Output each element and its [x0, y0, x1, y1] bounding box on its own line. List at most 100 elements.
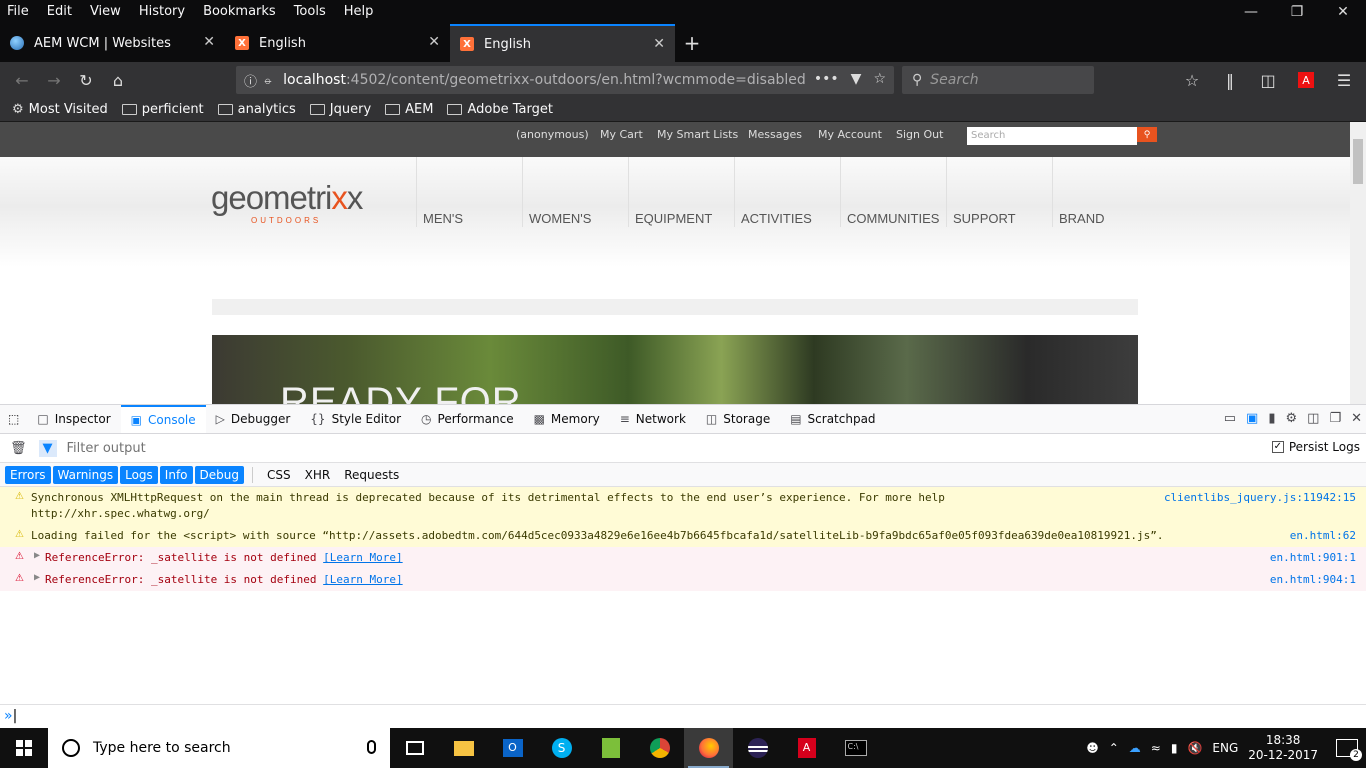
- message-location-link[interactable]: en.html:901:1: [1270, 551, 1356, 564]
- site-search-icon[interactable]: ⚲: [1137, 127, 1157, 142]
- nav-activities[interactable]: ACTIVITIES: [734, 157, 840, 227]
- taskbar-search-box[interactable]: Type here to search: [48, 728, 390, 768]
- file-explorer-icon[interactable]: [439, 728, 488, 768]
- chrome-icon[interactable]: [635, 728, 684, 768]
- nav-support[interactable]: SUPPORT: [946, 157, 1052, 227]
- tab-network[interactable]: ≡ Network: [610, 405, 696, 433]
- filter-requests-button[interactable]: Requests: [338, 466, 405, 484]
- forward-icon[interactable]: →: [38, 66, 70, 94]
- bookmark-folder-aem[interactable]: AEM: [385, 102, 433, 117]
- reload-icon[interactable]: ↻: [70, 66, 102, 94]
- bookmark-folder-adobe-target[interactable]: Adobe Target: [447, 102, 553, 117]
- site-search-input[interactable]: Search: [967, 127, 1137, 145]
- info-icon[interactable]: ⓘ: [244, 71, 257, 90]
- menu-bookmarks[interactable]: Bookmarks: [194, 0, 285, 24]
- nav-womens[interactable]: WOMEN'S: [522, 157, 628, 227]
- close-tab-icon[interactable]: ✕: [203, 34, 215, 50]
- sign-out-link[interactable]: Sign Out: [896, 128, 943, 141]
- hamburger-menu-icon[interactable]: ☰: [1328, 66, 1360, 94]
- firefox-icon[interactable]: [684, 728, 733, 768]
- new-tab-button[interactable]: +: [675, 24, 709, 62]
- filter-info-button[interactable]: Info: [159, 465, 193, 484]
- filter-css-button[interactable]: CSS: [261, 466, 297, 484]
- message-location-link[interactable]: clientlibs_jquery.js:11942:15: [1164, 491, 1356, 504]
- tab-inspector[interactable]: □ Inspector: [27, 405, 120, 433]
- tab-scratchpad[interactable]: ▤ Scratchpad: [780, 405, 885, 433]
- microphone-icon[interactable]: [367, 740, 376, 754]
- responsive-design-icon[interactable]: ▭: [1224, 411, 1236, 426]
- my-account-link[interactable]: My Account: [818, 128, 882, 141]
- messages-link[interactable]: Messages: [748, 128, 802, 141]
- tab-console[interactable]: ▣ Console: [120, 405, 206, 433]
- console-input[interactable]: »|: [0, 704, 1366, 728]
- restore-button[interactable]: ❐: [1274, 0, 1320, 24]
- search-bar[interactable]: ⚲ Search: [902, 66, 1094, 94]
- menu-history[interactable]: History: [130, 0, 194, 24]
- learn-more-link[interactable]: [Learn More]: [323, 551, 402, 564]
- filter-debug-button[interactable]: Debug: [194, 465, 244, 484]
- show-hidden-icons-chevron-icon[interactable]: ⌃: [1109, 741, 1119, 755]
- url-bar[interactable]: ⓘ ⦵ localhost:4502/content/geometrixx-ou…: [236, 66, 894, 94]
- tab-style-editor[interactable]: {} Style Editor: [300, 405, 411, 433]
- filter-output-input[interactable]: Filter output: [67, 441, 146, 456]
- page-scrollbar[interactable]: [1350, 122, 1366, 404]
- back-icon[interactable]: ←: [6, 66, 38, 94]
- bookmark-folder-perficient[interactable]: perficient: [121, 102, 204, 117]
- people-icon[interactable]: ☻: [1086, 741, 1099, 755]
- tab-performance[interactable]: ◷ Performance: [411, 405, 524, 433]
- nav-communities[interactable]: COMMUNITIES: [840, 157, 946, 227]
- menu-help[interactable]: Help: [335, 0, 383, 24]
- nav-brand[interactable]: BRAND: [1052, 157, 1158, 227]
- my-smart-lists-link[interactable]: My Smart Lists: [657, 128, 738, 141]
- dock-side-icon[interactable]: ◫: [1307, 411, 1319, 426]
- acrobat-reader-icon[interactable]: A: [782, 728, 831, 768]
- bookmark-most-visited[interactable]: ⚙ Most Visited: [12, 102, 108, 117]
- message-location-link[interactable]: en.html:904:1: [1270, 573, 1356, 586]
- nav-mens[interactable]: MEN'S: [416, 157, 522, 227]
- close-devtools-icon[interactable]: ✕: [1351, 411, 1362, 426]
- filter-logs-button[interactable]: Logs: [120, 465, 158, 484]
- pocket-icon[interactable]: ▼: [851, 71, 862, 87]
- minimize-button[interactable]: —: [1228, 0, 1274, 24]
- library-icon[interactable]: ‖: [1214, 66, 1246, 94]
- language-indicator[interactable]: ENG: [1212, 741, 1238, 755]
- geometrixx-logo[interactable]: geometrixx: [211, 179, 363, 217]
- command-prompt-icon[interactable]: C:\: [831, 728, 880, 768]
- close-tab-icon[interactable]: ✕: [653, 36, 665, 52]
- page-actions-icon[interactable]: •••: [814, 71, 839, 87]
- downloads-icon[interactable]: ☆: [1176, 66, 1208, 94]
- scrollbar-thumb[interactable]: [1353, 139, 1363, 184]
- outlook-icon[interactable]: O: [488, 728, 537, 768]
- close-window-button[interactable]: ✕: [1320, 0, 1366, 24]
- pick-element-icon[interactable]: ⬚: [0, 405, 27, 433]
- expand-triangle-icon[interactable]: ▶: [34, 550, 40, 561]
- home-icon[interactable]: ⌂: [102, 66, 134, 94]
- settings-gear-icon[interactable]: ⚙: [1285, 411, 1297, 426]
- menu-edit[interactable]: Edit: [38, 0, 81, 24]
- filter-warnings-button[interactable]: Warnings: [52, 465, 119, 484]
- checkbox-checked[interactable]: ✓: [1271, 441, 1284, 453]
- windows-start-icon[interactable]: [0, 728, 48, 768]
- close-tab-icon[interactable]: ✕: [428, 34, 440, 50]
- menu-view[interactable]: View: [81, 0, 130, 24]
- expand-triangle-icon[interactable]: ▶: [34, 572, 40, 583]
- tab-debugger[interactable]: ▷ Debugger: [206, 405, 301, 433]
- bookmark-star-icon[interactable]: ☆: [873, 71, 886, 87]
- trash-icon[interactable]: 🗑: [10, 441, 27, 456]
- task-view-icon[interactable]: [390, 728, 439, 768]
- bookmark-folder-analytics[interactable]: analytics: [217, 102, 296, 117]
- sidebar-icon[interactable]: ◫: [1252, 66, 1284, 94]
- skype-icon[interactable]: S: [537, 728, 586, 768]
- message-location-link[interactable]: en.html:62: [1290, 529, 1356, 542]
- tracking-shield-icon[interactable]: ⦵: [263, 73, 273, 88]
- bookmark-folder-jquery[interactable]: Jquery: [309, 102, 371, 117]
- wifi-icon[interactable]: ≈: [1151, 741, 1161, 755]
- action-center-icon[interactable]: 2: [1336, 739, 1362, 761]
- notepad-plus-icon[interactable]: [586, 728, 635, 768]
- persist-logs-checkbox[interactable]: ✓ Persist Logs: [1271, 440, 1360, 454]
- filter-xhr-button[interactable]: XHR: [299, 466, 337, 484]
- onedrive-icon[interactable]: ☁: [1129, 741, 1141, 755]
- my-cart-link[interactable]: My Cart: [600, 128, 643, 141]
- nav-equipment[interactable]: EQUIPMENT: [628, 157, 734, 227]
- eclipse-icon[interactable]: [733, 728, 782, 768]
